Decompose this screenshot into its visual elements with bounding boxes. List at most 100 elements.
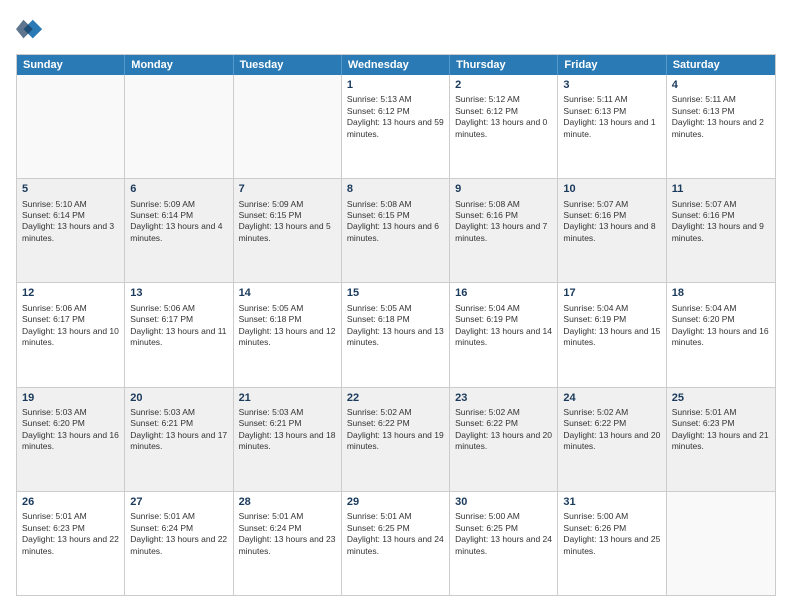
day-cell-2: 2 Sunrise: 5:12 AM Sunset: 6:12 PM Daylig… bbox=[450, 75, 558, 178]
logo bbox=[16, 16, 48, 44]
day-info: Sunrise: 5:12 AM Sunset: 6:12 PM Dayligh… bbox=[455, 94, 552, 140]
header-day-saturday: Saturday bbox=[667, 55, 775, 75]
day-cell-11: 11Sunrise: 5:07 AM Sunset: 6:16 PM Dayli… bbox=[667, 179, 775, 282]
day-info: Sunrise: 5:02 AM Sunset: 6:22 PM Dayligh… bbox=[563, 407, 660, 453]
day-number: 13 bbox=[130, 286, 227, 300]
day-info: Sunrise: 5:03 AM Sunset: 6:20 PM Dayligh… bbox=[22, 407, 119, 453]
day-number: 19 bbox=[22, 391, 119, 405]
day-number: 14 bbox=[239, 286, 336, 300]
calendar-body: 1 Sunrise: 5:13 AM Sunset: 6:12 PM Daylig… bbox=[17, 75, 775, 595]
day-number: 21 bbox=[239, 391, 336, 405]
day-cell-28: 28 Sunrise: 5:01 AM Sunset: 6:24 PM Dayli… bbox=[234, 492, 342, 595]
day-info: Sunrise: 5:13 AM Sunset: 6:12 PM Dayligh… bbox=[347, 94, 444, 140]
calendar-header: SundayMondayTuesdayWednesdayThursdayFrid… bbox=[17, 55, 775, 75]
day-number: 20 bbox=[130, 391, 227, 405]
header-day-wednesday: Wednesday bbox=[342, 55, 450, 75]
day-info: Sunrise: 5:01 AM Sunset: 6:23 PM Dayligh… bbox=[672, 407, 770, 453]
day-cell-16: 16 Sunrise: 5:04 AM Sunset: 6:19 PM Dayli… bbox=[450, 283, 558, 386]
day-number: 16 bbox=[455, 286, 552, 300]
day-info: Sunrise: 5:02 AM Sunset: 6:22 PM Dayligh… bbox=[347, 407, 444, 453]
header-day-thursday: Thursday bbox=[450, 55, 558, 75]
day-number: 12 bbox=[22, 286, 119, 300]
day-info: Sunrise: 5:07 AM Sunset: 6:16 PM Dayligh… bbox=[563, 199, 660, 245]
day-number: 4 bbox=[672, 78, 770, 92]
day-info: Sunrise: 5:09 AM Sunset: 6:14 PM Dayligh… bbox=[130, 199, 227, 245]
day-cell-7: 7 Sunrise: 5:09 AM Sunset: 6:15 PM Daylig… bbox=[234, 179, 342, 282]
day-info: Sunrise: 5:06 AM Sunset: 6:17 PM Dayligh… bbox=[130, 303, 227, 349]
empty-cell bbox=[125, 75, 233, 178]
calendar-row-1: 5 Sunrise: 5:10 AM Sunset: 6:14 PM Daylig… bbox=[17, 178, 775, 282]
day-info: Sunrise: 5:05 AM Sunset: 6:18 PM Dayligh… bbox=[239, 303, 336, 349]
day-cell-1: 1 Sunrise: 5:13 AM Sunset: 6:12 PM Daylig… bbox=[342, 75, 450, 178]
header-day-friday: Friday bbox=[558, 55, 666, 75]
day-info: Sunrise: 5:10 AM Sunset: 6:14 PM Dayligh… bbox=[22, 199, 119, 245]
day-cell-15: 15Sunrise: 5:05 AM Sunset: 6:18 PM Dayli… bbox=[342, 283, 450, 386]
header bbox=[16, 16, 776, 44]
day-info: Sunrise: 5:01 AM Sunset: 6:23 PM Dayligh… bbox=[22, 511, 119, 557]
day-info: Sunrise: 5:01 AM Sunset: 6:24 PM Dayligh… bbox=[130, 511, 227, 557]
day-cell-3: 3Sunrise: 5:11 AM Sunset: 6:13 PM Daylig… bbox=[558, 75, 666, 178]
day-number: 1 bbox=[347, 78, 444, 92]
day-info: Sunrise: 5:02 AM Sunset: 6:22 PM Dayligh… bbox=[455, 407, 552, 453]
day-cell-30: 30Sunrise: 5:00 AM Sunset: 6:25 PM Dayli… bbox=[450, 492, 558, 595]
day-info: Sunrise: 5:01 AM Sunset: 6:25 PM Dayligh… bbox=[347, 511, 444, 557]
day-number: 3 bbox=[563, 78, 660, 92]
header-day-sunday: Sunday bbox=[17, 55, 125, 75]
day-info: Sunrise: 5:06 AM Sunset: 6:17 PM Dayligh… bbox=[22, 303, 119, 349]
day-number: 15 bbox=[347, 286, 444, 300]
day-cell-18: 18 Sunrise: 5:04 AM Sunset: 6:20 PM Dayli… bbox=[667, 283, 775, 386]
day-info: Sunrise: 5:04 AM Sunset: 6:19 PM Dayligh… bbox=[563, 303, 660, 349]
day-number: 30 bbox=[455, 495, 552, 509]
day-number: 31 bbox=[563, 495, 660, 509]
day-cell-10: 10 Sunrise: 5:07 AM Sunset: 6:16 PM Dayli… bbox=[558, 179, 666, 282]
calendar-row-2: 12 Sunrise: 5:06 AM Sunset: 6:17 PM Dayli… bbox=[17, 282, 775, 386]
day-cell-29: 29Sunrise: 5:01 AM Sunset: 6:25 PM Dayli… bbox=[342, 492, 450, 595]
day-number: 2 bbox=[455, 78, 552, 92]
day-cell-22: 22 Sunrise: 5:02 AM Sunset: 6:22 PM Dayli… bbox=[342, 388, 450, 491]
day-number: 23 bbox=[455, 391, 552, 405]
day-info: Sunrise: 5:11 AM Sunset: 6:13 PM Dayligh… bbox=[672, 94, 770, 140]
day-cell-27: 27Sunrise: 5:01 AM Sunset: 6:24 PM Dayli… bbox=[125, 492, 233, 595]
day-cell-23: 23 Sunrise: 5:02 AM Sunset: 6:22 PM Dayli… bbox=[450, 388, 558, 491]
day-number: 5 bbox=[22, 182, 119, 196]
header-day-tuesday: Tuesday bbox=[234, 55, 342, 75]
calendar-row-0: 1 Sunrise: 5:13 AM Sunset: 6:12 PM Daylig… bbox=[17, 75, 775, 178]
day-number: 25 bbox=[672, 391, 770, 405]
empty-cell bbox=[234, 75, 342, 178]
day-info: Sunrise: 5:03 AM Sunset: 6:21 PM Dayligh… bbox=[130, 407, 227, 453]
day-number: 24 bbox=[563, 391, 660, 405]
empty-cell bbox=[17, 75, 125, 178]
day-info: Sunrise: 5:09 AM Sunset: 6:15 PM Dayligh… bbox=[239, 199, 336, 245]
day-cell-17: 17Sunrise: 5:04 AM Sunset: 6:19 PM Dayli… bbox=[558, 283, 666, 386]
day-cell-19: 19 Sunrise: 5:03 AM Sunset: 6:20 PM Dayli… bbox=[17, 388, 125, 491]
day-info: Sunrise: 5:01 AM Sunset: 6:24 PM Dayligh… bbox=[239, 511, 336, 557]
day-info: Sunrise: 5:08 AM Sunset: 6:16 PM Dayligh… bbox=[455, 199, 552, 245]
day-number: 7 bbox=[239, 182, 336, 196]
day-info: Sunrise: 5:04 AM Sunset: 6:20 PM Dayligh… bbox=[672, 303, 770, 349]
header-day-monday: Monday bbox=[125, 55, 233, 75]
day-cell-12: 12 Sunrise: 5:06 AM Sunset: 6:17 PM Dayli… bbox=[17, 283, 125, 386]
day-number: 9 bbox=[455, 182, 552, 196]
day-cell-8: 8 Sunrise: 5:08 AM Sunset: 6:15 PM Daylig… bbox=[342, 179, 450, 282]
day-info: Sunrise: 5:00 AM Sunset: 6:26 PM Dayligh… bbox=[563, 511, 660, 557]
day-info: Sunrise: 5:03 AM Sunset: 6:21 PM Dayligh… bbox=[239, 407, 336, 453]
day-cell-9: 9 Sunrise: 5:08 AM Sunset: 6:16 PM Daylig… bbox=[450, 179, 558, 282]
day-number: 18 bbox=[672, 286, 770, 300]
day-cell-5: 5 Sunrise: 5:10 AM Sunset: 6:14 PM Daylig… bbox=[17, 179, 125, 282]
day-number: 28 bbox=[239, 495, 336, 509]
day-info: Sunrise: 5:07 AM Sunset: 6:16 PM Dayligh… bbox=[672, 199, 770, 245]
day-cell-6: 6 Sunrise: 5:09 AM Sunset: 6:14 PM Daylig… bbox=[125, 179, 233, 282]
calendar: SundayMondayTuesdayWednesdayThursdayFrid… bbox=[16, 54, 776, 596]
day-cell-21: 21 Sunrise: 5:03 AM Sunset: 6:21 PM Dayli… bbox=[234, 388, 342, 491]
day-number: 8 bbox=[347, 182, 444, 196]
day-number: 26 bbox=[22, 495, 119, 509]
day-info: Sunrise: 5:04 AM Sunset: 6:19 PM Dayligh… bbox=[455, 303, 552, 349]
day-number: 22 bbox=[347, 391, 444, 405]
logo-icon bbox=[16, 16, 44, 44]
day-cell-31: 31 Sunrise: 5:00 AM Sunset: 6:26 PM Dayli… bbox=[558, 492, 666, 595]
calendar-row-4: 26 Sunrise: 5:01 AM Sunset: 6:23 PM Dayli… bbox=[17, 491, 775, 595]
day-number: 6 bbox=[130, 182, 227, 196]
day-cell-26: 26 Sunrise: 5:01 AM Sunset: 6:23 PM Dayli… bbox=[17, 492, 125, 595]
day-info: Sunrise: 5:08 AM Sunset: 6:15 PM Dayligh… bbox=[347, 199, 444, 245]
day-number: 10 bbox=[563, 182, 660, 196]
